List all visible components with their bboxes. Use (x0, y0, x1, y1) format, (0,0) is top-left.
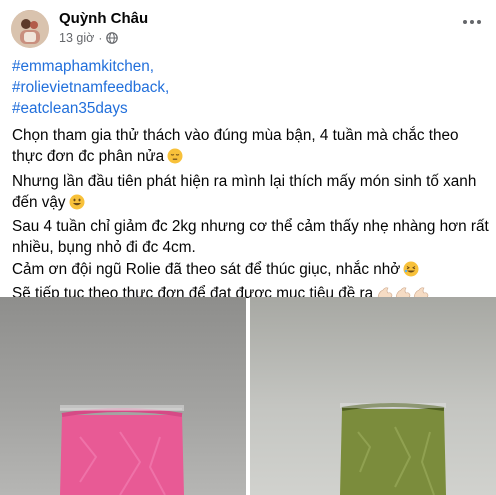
post-timestamp[interactable]: 13 giờ (59, 31, 94, 45)
hashtag-eatclean35days[interactable]: #eatclean35days (12, 98, 482, 119)
post-meta: 13 giờ · (59, 31, 119, 45)
post-body: Chọn tham gia thử thách vào đúng mùa bận… (12, 125, 492, 307)
more-options-icon[interactable] (462, 18, 482, 26)
post-line: Cảm ơn đội ngũ Rolie đã theo sát để thúc… (12, 259, 492, 283)
hashtag-rolievietnamfeedback[interactable]: #rolievietnamfeedback, (12, 77, 482, 98)
post-line-text: Chọn tham gia thử thách vào đúng mùa bận… (12, 127, 459, 166)
grinning-face-emoji (69, 194, 85, 216)
post-line: Sau 4 tuần chỉ giảm đc 2kg nhưng cơ thể … (12, 218, 489, 257)
post-header: Quỳnh Châu 13 giờ · (0, 0, 496, 52)
post-line-text: Cảm ơn đội ngũ Rolie đã theo sát để thúc… (12, 260, 401, 278)
hashtag-emmaphamkitchen[interactable]: #emmaphamkitchen, (12, 56, 482, 77)
pensive-face-emoji (167, 148, 183, 170)
photo-grid (0, 297, 496, 495)
author-name[interactable]: Quỳnh Châu (59, 10, 148, 27)
photo-green-smoothie[interactable] (250, 297, 496, 495)
meta-separator: · (98, 31, 103, 45)
avatar[interactable] (11, 10, 49, 48)
post-line: Chọn tham gia thử thách vào đúng mùa bận… (12, 125, 492, 171)
post-line: Nhưng lần đầu tiên phát hiện ra mình lại… (12, 171, 492, 217)
hashtag-list: #emmaphamkitchen, #rolievietnamfeedback,… (12, 56, 482, 119)
photo-pink-smoothie[interactable] (0, 297, 246, 495)
rolling-laughing-emoji (403, 261, 419, 283)
globe-icon[interactable] (106, 32, 119, 44)
